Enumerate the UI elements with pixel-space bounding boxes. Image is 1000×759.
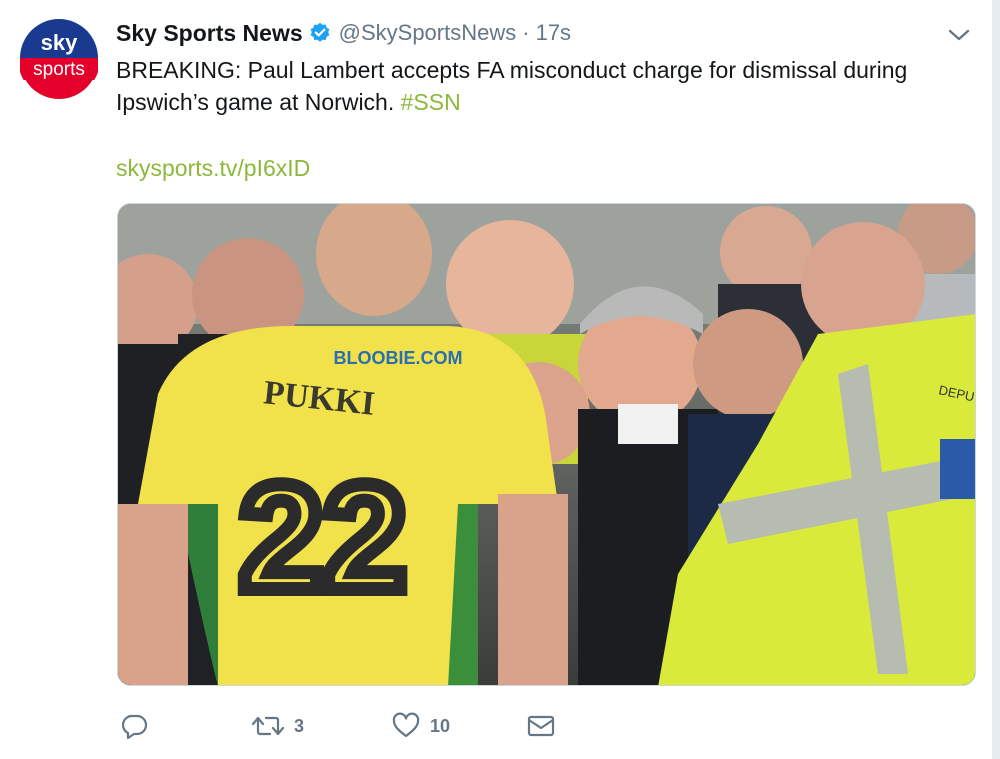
tweet-text-body: Ipswich’s game at Norwich. — [116, 89, 395, 115]
author-avatar[interactable]: sky sports news — [18, 18, 100, 100]
direct-message-button[interactable] — [526, 708, 556, 744]
chevron-down-icon[interactable] — [946, 24, 972, 46]
shirt-number: 22 — [240, 453, 407, 621]
reply-button[interactable] — [120, 708, 148, 744]
shirt-sponsor: BLOOBIE.COM — [334, 348, 463, 368]
reply-icon — [120, 712, 148, 740]
tweet-text-line-1: BREAKING: Paul Lambert accepts FA miscon… — [116, 57, 908, 83]
envelope-icon — [526, 712, 556, 740]
scrollbar[interactable] — [992, 0, 1000, 759]
retweet-button[interactable]: 3 — [252, 708, 304, 744]
like-count: 10 — [430, 715, 451, 736]
tweet-timestamp[interactable]: 17s — [536, 20, 571, 46]
avatar-text-sports: sports — [33, 59, 85, 80]
like-button[interactable]: 10 — [392, 708, 450, 744]
tweet-photo[interactable]: DEPUTY SAFE OFFIC BLOOBIE.COM PUKKI 22 — [117, 203, 976, 686]
avatar-text-news: news — [43, 82, 76, 98]
retweet-count: 3 — [294, 715, 305, 736]
hashtag-link[interactable]: #SSN — [401, 89, 461, 115]
heart-icon — [392, 712, 420, 740]
tweet-text-line-2: Ipswich’s game at Norwich. #SSN — [116, 86, 956, 118]
author-handle[interactable]: @SkySportsNews — [339, 20, 517, 46]
tweet-url-link[interactable]: skysports.tv/pI6xID — [116, 155, 310, 182]
header-separator: · — [522, 20, 530, 45]
tweet-text: BREAKING: Paul Lambert accepts FA miscon… — [116, 54, 956, 118]
tweet-header: Sky Sports News @SkySportsNews · 17s — [116, 18, 571, 48]
avatar-text-sky: sky — [41, 30, 78, 55]
author-display-name[interactable]: Sky Sports News — [116, 20, 303, 47]
tweet-actions: 3 10 — [120, 708, 720, 744]
tweet[interactable]: sky sports news Sky Sports News @SkySpor… — [0, 0, 1000, 759]
retweet-icon — [252, 712, 284, 740]
verified-badge-icon — [309, 22, 331, 44]
